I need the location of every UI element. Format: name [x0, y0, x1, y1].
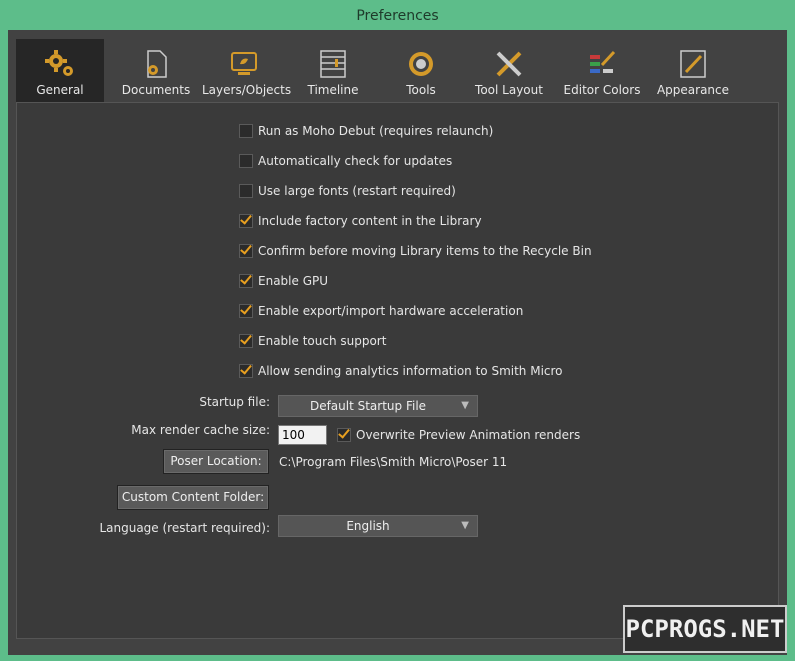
option-touch-support[interactable]: Enable touch support	[239, 333, 386, 349]
startup-file-label: Startup file:	[199, 395, 270, 409]
option-label: Confirm before moving Library items to t…	[258, 244, 592, 258]
tab-layers-objects[interactable]: Layers/Objects	[202, 39, 292, 102]
tab-general[interactable]: General	[16, 39, 104, 102]
option-label: Allow sending analytics information to S…	[258, 364, 563, 378]
tab-label: Tool Layout	[475, 83, 543, 97]
checkbox[interactable]	[239, 273, 253, 288]
checkbox[interactable]	[239, 363, 253, 378]
startup-file-value: Default Startup File	[309, 399, 427, 413]
startup-file-select[interactable]: Default Startup File ▼	[278, 395, 478, 417]
dropdown-arrow-icon: ▼	[461, 400, 469, 411]
option-label: Overwrite Preview Animation renders	[356, 428, 581, 442]
option-overwrite-preview[interactable]: Overwrite Preview Animation renders	[337, 427, 580, 443]
checkbox[interactable]	[239, 153, 253, 168]
tab-documents[interactable]: Documents	[110, 39, 202, 102]
tab-appearance[interactable]: Appearance	[648, 39, 738, 102]
tool-layout-icon	[496, 51, 522, 77]
dropdown-arrow-icon: ▼	[461, 520, 469, 531]
cache-size-label: Max render cache size:	[131, 423, 270, 437]
tab-label: General	[36, 83, 84, 97]
option-enable-gpu[interactable]: Enable GPU	[239, 273, 328, 289]
option-label: Automatically check for updates	[258, 154, 453, 168]
timeline-icon	[320, 50, 346, 78]
tab-tool-layout[interactable]: Tool Layout	[462, 39, 556, 102]
window-title: Preferences	[356, 8, 439, 24]
checkbox[interactable]	[239, 243, 253, 258]
option-moho-debut[interactable]: Run as Moho Debut (requires relaunch)	[239, 123, 493, 139]
tab-label: Appearance	[656, 83, 730, 97]
tab-timeline[interactable]: Timeline	[286, 39, 380, 102]
language-value: English	[346, 519, 390, 533]
tab-label: Tools	[406, 83, 436, 97]
editor-colors-icon	[590, 50, 616, 73]
option-label: Include factory content in the Library	[258, 214, 482, 228]
tab-editor-colors[interactable]: Editor Colors	[556, 39, 648, 102]
tools-icon	[409, 52, 433, 76]
cache-size-input[interactable]: 100	[278, 425, 327, 445]
tab-bar: General Documents Layers/Objects Timelin…	[16, 39, 779, 102]
option-hw-acceleration[interactable]: Enable export/import hardware accelerati…	[239, 303, 523, 319]
option-large-fonts[interactable]: Use large fonts (restart required)	[239, 183, 456, 199]
language-label: Language (restart required):	[99, 521, 270, 535]
option-confirm-recycle[interactable]: Confirm before moving Library items to t…	[239, 243, 592, 259]
document-gear-icon	[147, 50, 167, 78]
tab-label: Timeline	[307, 83, 359, 97]
preferences-window: General Documents Layers/Objects Timelin…	[8, 30, 787, 655]
checkbox[interactable]	[337, 427, 351, 442]
poser-path: C:\Program Files\Smith Micro\Poser 11	[279, 455, 508, 469]
checkbox[interactable]	[239, 213, 253, 228]
option-label: Enable GPU	[258, 274, 329, 288]
custom-content-folder-button[interactable]: Custom Content Folder:	[117, 485, 269, 510]
tab-label: Layers/Objects	[202, 83, 292, 97]
tab-label: Documents	[121, 83, 191, 97]
language-select[interactable]: English ▼	[278, 515, 478, 537]
checkbox[interactable]	[239, 333, 253, 348]
option-label: Run as Moho Debut (requires relaunch)	[258, 124, 494, 138]
checkbox[interactable]	[239, 123, 253, 138]
option-check-updates[interactable]: Automatically check for updates	[239, 153, 452, 169]
checkbox[interactable]	[239, 183, 253, 198]
tab-tools[interactable]: Tools	[380, 39, 462, 102]
poser-location-button[interactable]: Poser Location:	[163, 449, 269, 474]
option-label: Enable export/import hardware accelerati…	[258, 304, 524, 318]
checkbox[interactable]	[239, 303, 253, 318]
tab-label: Editor Colors	[563, 83, 641, 97]
appearance-icon	[680, 50, 706, 78]
option-factory-content[interactable]: Include factory content in the Library	[239, 213, 482, 229]
gears-icon	[45, 50, 73, 76]
layers-icon	[231, 52, 257, 75]
watermark-badge: PCPROGS.NET	[623, 605, 787, 653]
option-label: Enable touch support	[258, 334, 387, 348]
option-analytics[interactable]: Allow sending analytics information to S…	[239, 363, 563, 379]
option-label: Use large fonts (restart required)	[258, 184, 456, 198]
general-panel: Run as Moho Debut (requires relaunch) Au…	[16, 102, 779, 639]
